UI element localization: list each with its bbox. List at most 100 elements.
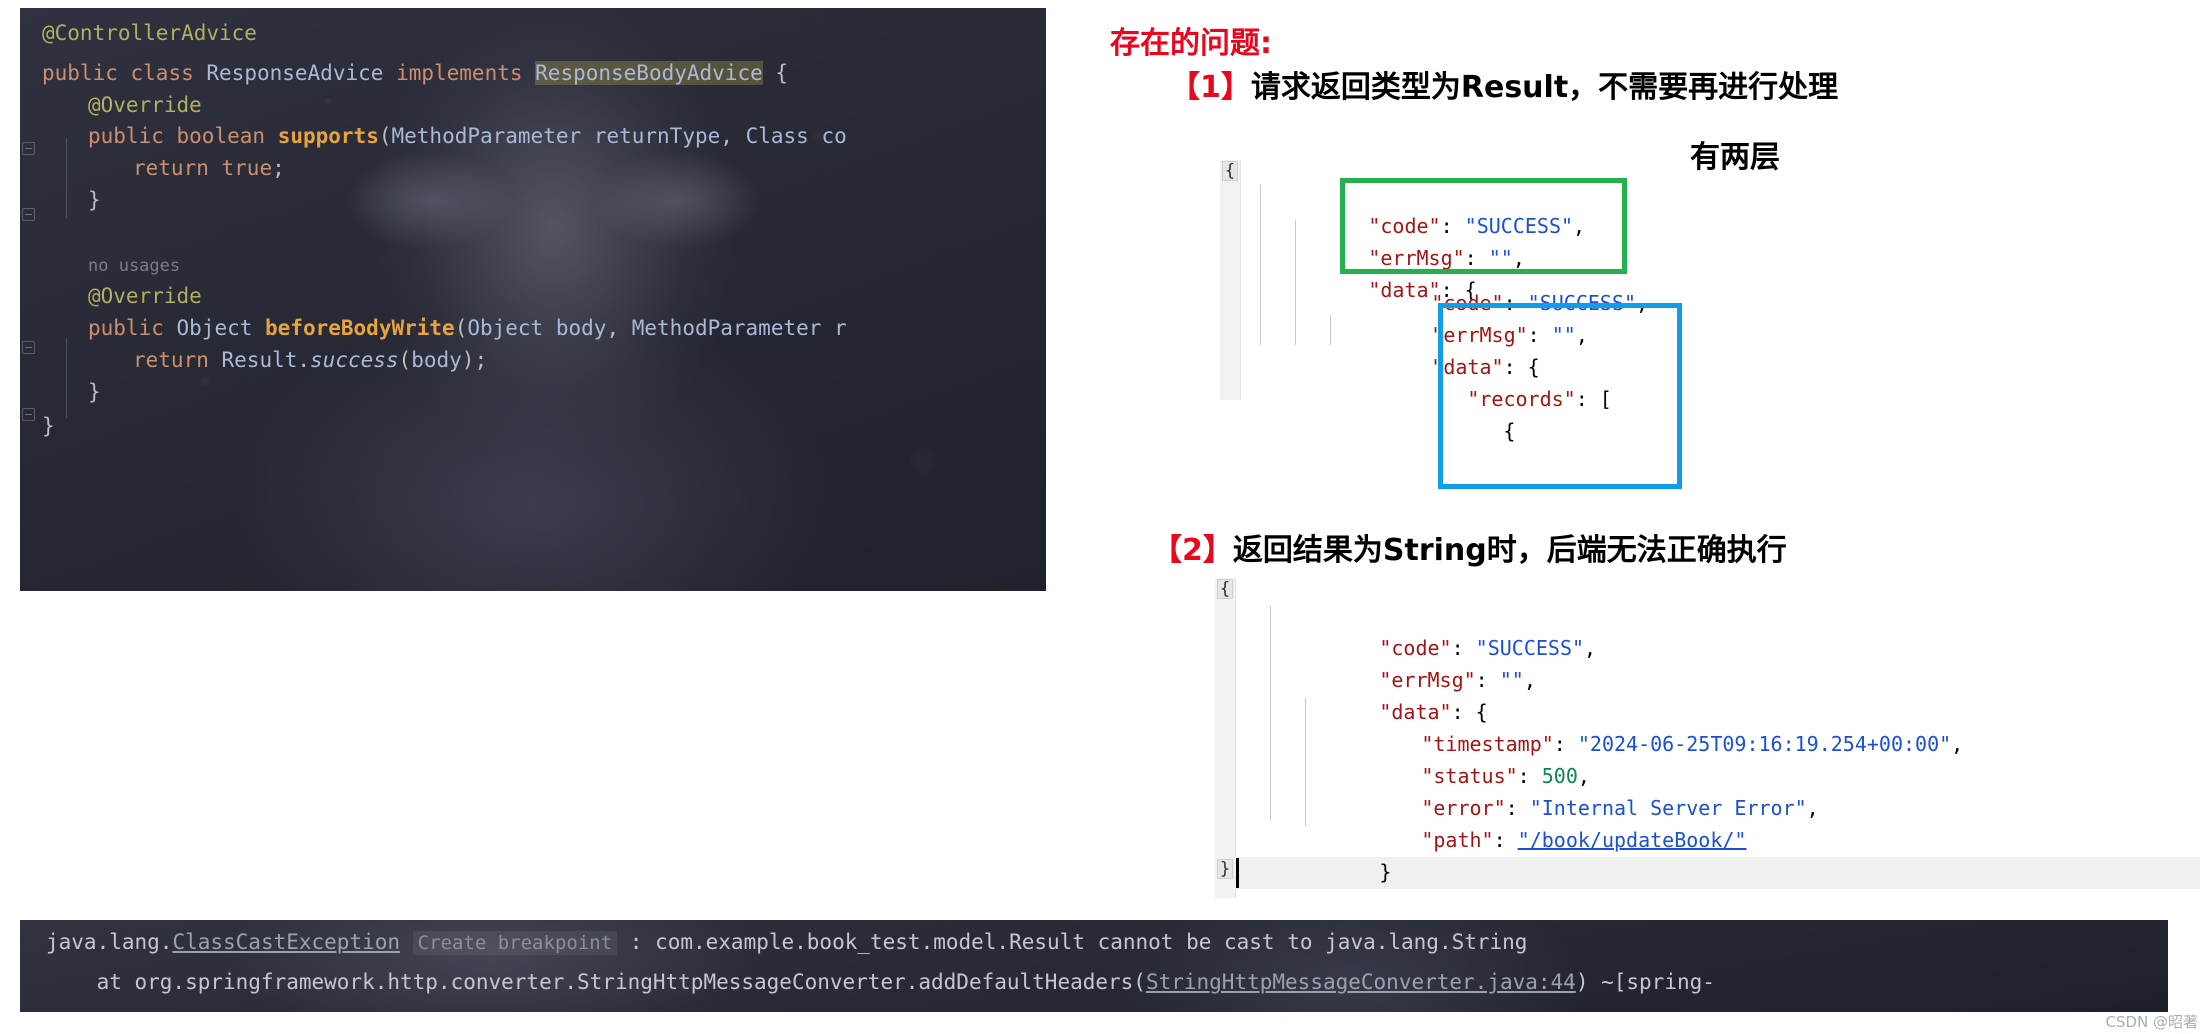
code-line: @ControllerAdvice [42, 13, 257, 53]
param-body: body [411, 348, 462, 372]
kw-boolean: boolean [176, 124, 266, 148]
annotation-override: @Override [88, 93, 202, 117]
code-line: } [88, 180, 101, 220]
json-gutter [1215, 578, 1236, 898]
console-output: java.lang.ClassCastException Create brea… [20, 920, 2168, 1012]
json-sep: : [1493, 828, 1518, 852]
console-stacktrace-panel[interactable]: java.lang.ClassCastException Create brea… [20, 920, 2168, 1012]
stacktrace-frame: at org.springframework.http.converter.St… [46, 970, 1146, 994]
type-object: Object [176, 316, 253, 340]
paren-open: ( [454, 316, 468, 340]
json-line: } [1283, 824, 1391, 920]
code-editor-text[interactable]: @ControllerAdvice public class ResponseA… [20, 8, 1046, 591]
brace-open: { [775, 61, 789, 85]
dot: . [297, 348, 311, 372]
annotation-controller-advice: @ControllerAdvice [42, 21, 257, 45]
kw-return: return [133, 348, 209, 372]
type-object: Object [467, 316, 544, 340]
json-value: "2024-06-25T09:16:19.254+00:00" [1577, 732, 1952, 756]
paren-close: ) [461, 348, 475, 372]
json-trail: , [1806, 796, 1819, 820]
type-response-advice: ResponseAdvice [206, 61, 384, 85]
stacktrace-line-2: at org.springframework.http.converter.St… [46, 962, 1715, 1002]
brace-close: } [88, 380, 101, 404]
problem-1-number: 【1】 [1170, 70, 1251, 105]
semicolon: ; [474, 348, 488, 372]
indent-guide [1260, 185, 1261, 345]
code-line: return Result.success(body); [133, 340, 487, 380]
json-key: "path" [1421, 828, 1494, 852]
param-body: body [555, 316, 607, 340]
param-truncated: r [834, 316, 847, 340]
method-before-body-write: beforeBodyWrite [265, 316, 455, 340]
code-fold-icon[interactable] [22, 208, 35, 221]
indent-guide [66, 138, 67, 218]
code-fold-icon[interactable] [22, 408, 35, 421]
kw-implements: implements [396, 61, 523, 85]
exception-package: java.lang. [46, 930, 173, 954]
text-caret [1236, 858, 1239, 888]
code-editor-panel[interactable]: @ControllerAdvice public class ResponseA… [20, 8, 1046, 591]
code-fold-icon[interactable] [22, 341, 35, 354]
csdn-watermark: CSDN @昭著 [2105, 1013, 2198, 1031]
indent-guide [1270, 606, 1271, 821]
exception-message: : com.example.book_test.model.Result can… [617, 930, 1528, 954]
type-response-body-advice[interactable]: ResponseBodyAdvice [535, 61, 763, 85]
explanation-column: 存在的问题: 【1】请求返回类型为Result，不需要再进行处理 { "code… [1110, 0, 2200, 1034]
comma: , [606, 316, 620, 340]
json-trail: , [1584, 636, 1597, 660]
code-fold-icon[interactable]: { [1222, 161, 1238, 181]
json-value-link[interactable]: "/book/updateBook/" [1518, 828, 1747, 852]
no-usages-hint: no usages [88, 256, 181, 276]
stacktrace-frame-tail: ) ~[spring- [1575, 970, 1715, 994]
problem-2-text: 返回结果为String时，后端无法正确执行 [1232, 533, 1787, 568]
problem-item-1: 【1】请求返回类型为Result，不需要再进行处理 [1170, 62, 1838, 106]
kw-return: return [133, 156, 209, 180]
kw-true: true [221, 156, 273, 180]
brace-close: } [42, 414, 55, 438]
code-line: } [88, 372, 101, 412]
param-truncated: co [821, 124, 847, 148]
json-viewer-string-error[interactable]: { } "code": "SUCCESS", "errMsg": "", "da… [1215, 578, 2200, 898]
json-trail: , [1951, 732, 1964, 756]
type-method-parameter: MethodParameter [391, 124, 582, 148]
code-line: return true; [133, 148, 285, 188]
code-line: } [42, 406, 55, 446]
method-supports: supports [277, 124, 379, 148]
paren-open: ( [378, 124, 392, 148]
type-method-parameter: MethodParameter [631, 316, 822, 340]
param-return-type: returnType [593, 124, 721, 148]
type-result: Result [221, 348, 298, 372]
indent-guide [66, 338, 67, 418]
json-outer-lines: "code": "SUCCESS", "errMsg": "", "data":… [1272, 178, 1585, 338]
method-success: success [310, 348, 399, 372]
annotation-override: @Override [88, 284, 202, 308]
annotation-two-layers: 有两层 [1690, 140, 1780, 175]
json-inner-lines: "code": "SUCCESS", "errMsg": "", "data":… [1335, 255, 1648, 479]
json-trail: , [1523, 668, 1536, 692]
code-fold-icon[interactable]: { [1217, 579, 1233, 599]
type-class: Class [745, 124, 809, 148]
problem-item-2: 【2】返回结果为String时，后端无法正确执行 [1152, 525, 1787, 569]
paren-open: ( [398, 348, 412, 372]
comma: , [720, 124, 733, 148]
kw-public: public [42, 61, 118, 85]
json-value: } [1379, 860, 1392, 884]
kw-class: class [130, 61, 194, 85]
problem-1-text: 请求返回类型为Result，不需要再进行处理 [1250, 70, 1839, 105]
json-value: "" [1499, 668, 1524, 692]
json-gutter [1220, 160, 1241, 400]
kw-public: public [88, 124, 164, 148]
brace-close: } [88, 188, 101, 212]
semicolon: ; [272, 156, 285, 180]
source-location-link[interactable]: StringHttpMessageConverter.java:44 [1146, 970, 1576, 994]
json-lines: "code": "SUCCESS", "errMsg": "", "data":… [1283, 600, 1963, 920]
section-heading: 存在的问题: [1110, 26, 1272, 61]
exception-class-link[interactable]: ClassCastException [172, 930, 400, 954]
code-fold-icon[interactable]: } [1217, 859, 1233, 879]
highlight-box-inner-layer [1438, 303, 1682, 489]
problem-2-number: 【2】 [1152, 533, 1233, 568]
create-breakpoint-hint[interactable]: Create breakpoint [412, 931, 618, 955]
stacktrace-line-1: java.lang.ClassCastException Create brea… [46, 922, 1527, 963]
code-fold-icon[interactable] [22, 142, 35, 155]
